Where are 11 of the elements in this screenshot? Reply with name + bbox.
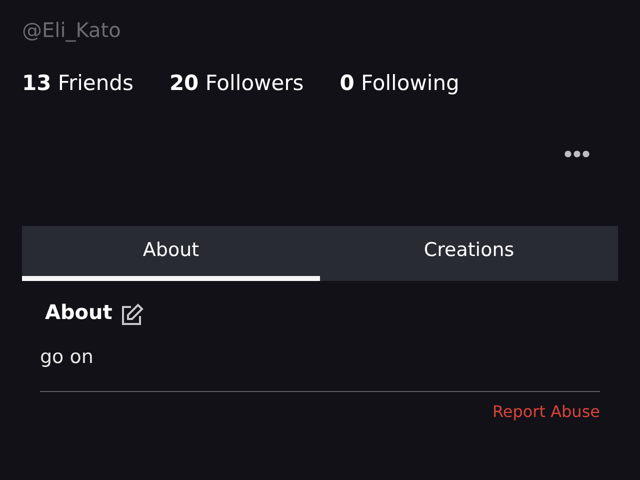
more-options-icon[interactable] xyxy=(564,150,590,158)
stat-count[interactable]: 20 Followers xyxy=(169,68,304,100)
username-handle: @Eli_Kato xyxy=(22,18,122,42)
about-text: go on xyxy=(40,344,94,370)
stat-count[interactable]: 13 Friends xyxy=(22,68,134,100)
report-abuse-link[interactable]: Report Abuse xyxy=(492,400,600,424)
section-heading: About xyxy=(45,298,112,326)
tab[interactable]: About xyxy=(22,226,320,280)
stat-count[interactable]: 0 Following xyxy=(340,68,460,100)
edit-icon[interactable] xyxy=(120,302,144,326)
tab[interactable]: Creations xyxy=(320,226,618,280)
